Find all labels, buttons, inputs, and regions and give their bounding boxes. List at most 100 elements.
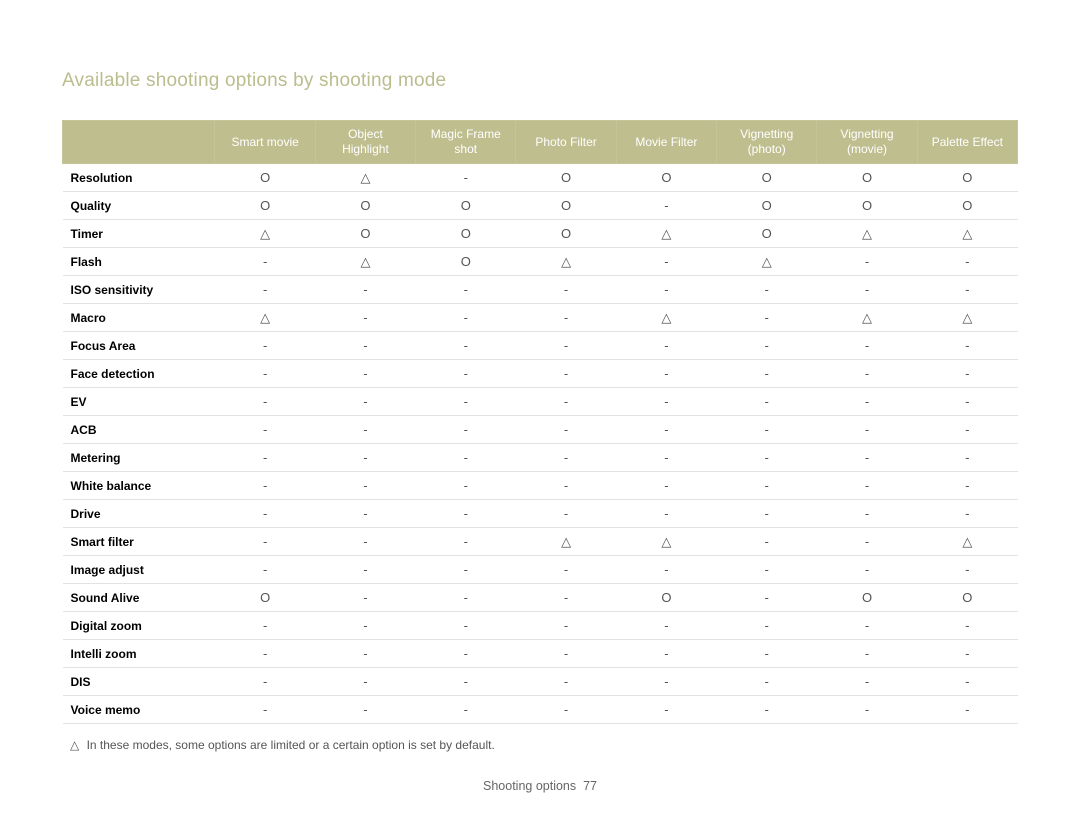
cell: - <box>416 388 516 416</box>
col-header: Vignetting(photo) <box>717 121 817 164</box>
cell: - <box>516 304 616 332</box>
table-row: Sound AliveO---O-OO <box>63 584 1018 612</box>
cell: - <box>416 584 516 612</box>
row-name: Intelli zoom <box>63 640 215 668</box>
cell: - <box>215 528 315 556</box>
cell: - <box>616 416 716 444</box>
table-row: Drive-------- <box>63 500 1018 528</box>
cell: O <box>516 192 616 220</box>
cell: - <box>616 360 716 388</box>
cell: - <box>215 332 315 360</box>
cell: - <box>215 248 315 276</box>
col-header: Magic Frameshot <box>416 121 516 164</box>
row-name: White balance <box>63 472 215 500</box>
cell: O <box>516 220 616 248</box>
cell: - <box>516 472 616 500</box>
cell: - <box>516 612 616 640</box>
cell: O <box>315 192 415 220</box>
cell: - <box>717 276 817 304</box>
cell: O <box>917 192 1017 220</box>
cell: - <box>315 668 415 696</box>
cell: - <box>917 472 1017 500</box>
cell: - <box>616 556 716 584</box>
row-name: Quality <box>63 192 215 220</box>
cell: - <box>817 556 917 584</box>
cell: △ <box>616 304 716 332</box>
cell: - <box>516 696 616 724</box>
cell: - <box>917 416 1017 444</box>
cell: - <box>516 276 616 304</box>
cell: - <box>315 472 415 500</box>
cell: △ <box>817 304 917 332</box>
cell: - <box>817 612 917 640</box>
cell: - <box>917 388 1017 416</box>
col-header: Vignetting(movie) <box>817 121 917 164</box>
cell: - <box>215 556 315 584</box>
cell: - <box>416 528 516 556</box>
cell: - <box>416 556 516 584</box>
table-row: ISO sensitivity-------- <box>63 276 1018 304</box>
cell: - <box>616 388 716 416</box>
cell: △ <box>717 248 817 276</box>
cell: - <box>817 444 917 472</box>
cell: - <box>315 416 415 444</box>
cell: - <box>717 360 817 388</box>
table-row: Focus Area-------- <box>63 332 1018 360</box>
cell: - <box>817 640 917 668</box>
table-row: Image adjust-------- <box>63 556 1018 584</box>
cell: - <box>616 500 716 528</box>
table-row: Metering-------- <box>63 444 1018 472</box>
cell: - <box>717 668 817 696</box>
cell: - <box>516 360 616 388</box>
cell: △ <box>315 248 415 276</box>
cell: O <box>717 220 817 248</box>
cell: O <box>616 584 716 612</box>
row-name: Metering <box>63 444 215 472</box>
cell: - <box>717 528 817 556</box>
cell: - <box>315 696 415 724</box>
cell: - <box>917 640 1017 668</box>
cell: - <box>215 444 315 472</box>
row-name: Face detection <box>63 360 215 388</box>
cell: - <box>817 416 917 444</box>
row-name: Timer <box>63 220 215 248</box>
cell: O <box>817 192 917 220</box>
row-name: Macro <box>63 304 215 332</box>
cell: - <box>416 304 516 332</box>
cell: - <box>315 612 415 640</box>
row-name: EV <box>63 388 215 416</box>
cell: - <box>616 248 716 276</box>
cell: △ <box>315 164 415 192</box>
table-row: EV-------- <box>63 388 1018 416</box>
cell: - <box>416 360 516 388</box>
cell: - <box>516 444 616 472</box>
row-name: Flash <box>63 248 215 276</box>
row-name: Sound Alive <box>63 584 215 612</box>
cell: - <box>616 640 716 668</box>
cell: - <box>917 500 1017 528</box>
cell: - <box>817 388 917 416</box>
table-row: Smart filter---△△--△ <box>63 528 1018 556</box>
cell: - <box>416 696 516 724</box>
cell: △ <box>616 528 716 556</box>
cell: - <box>917 612 1017 640</box>
cell: - <box>616 444 716 472</box>
cell: - <box>616 276 716 304</box>
cell: - <box>817 668 917 696</box>
table-row: Digital zoom-------- <box>63 612 1018 640</box>
cell: - <box>215 500 315 528</box>
cell: - <box>416 612 516 640</box>
cell: - <box>315 528 415 556</box>
page-title: Available shooting options by shooting m… <box>62 70 1018 92</box>
cell: O <box>215 164 315 192</box>
col-header: Photo Filter <box>516 121 616 164</box>
cell: - <box>717 444 817 472</box>
cell: - <box>315 304 415 332</box>
col-header: Smart movie <box>215 121 315 164</box>
cell: - <box>416 444 516 472</box>
row-name: ISO sensitivity <box>63 276 215 304</box>
col-header: Palette Effect <box>917 121 1017 164</box>
table-row: White balance-------- <box>63 472 1018 500</box>
cell: - <box>717 612 817 640</box>
cell: - <box>717 472 817 500</box>
